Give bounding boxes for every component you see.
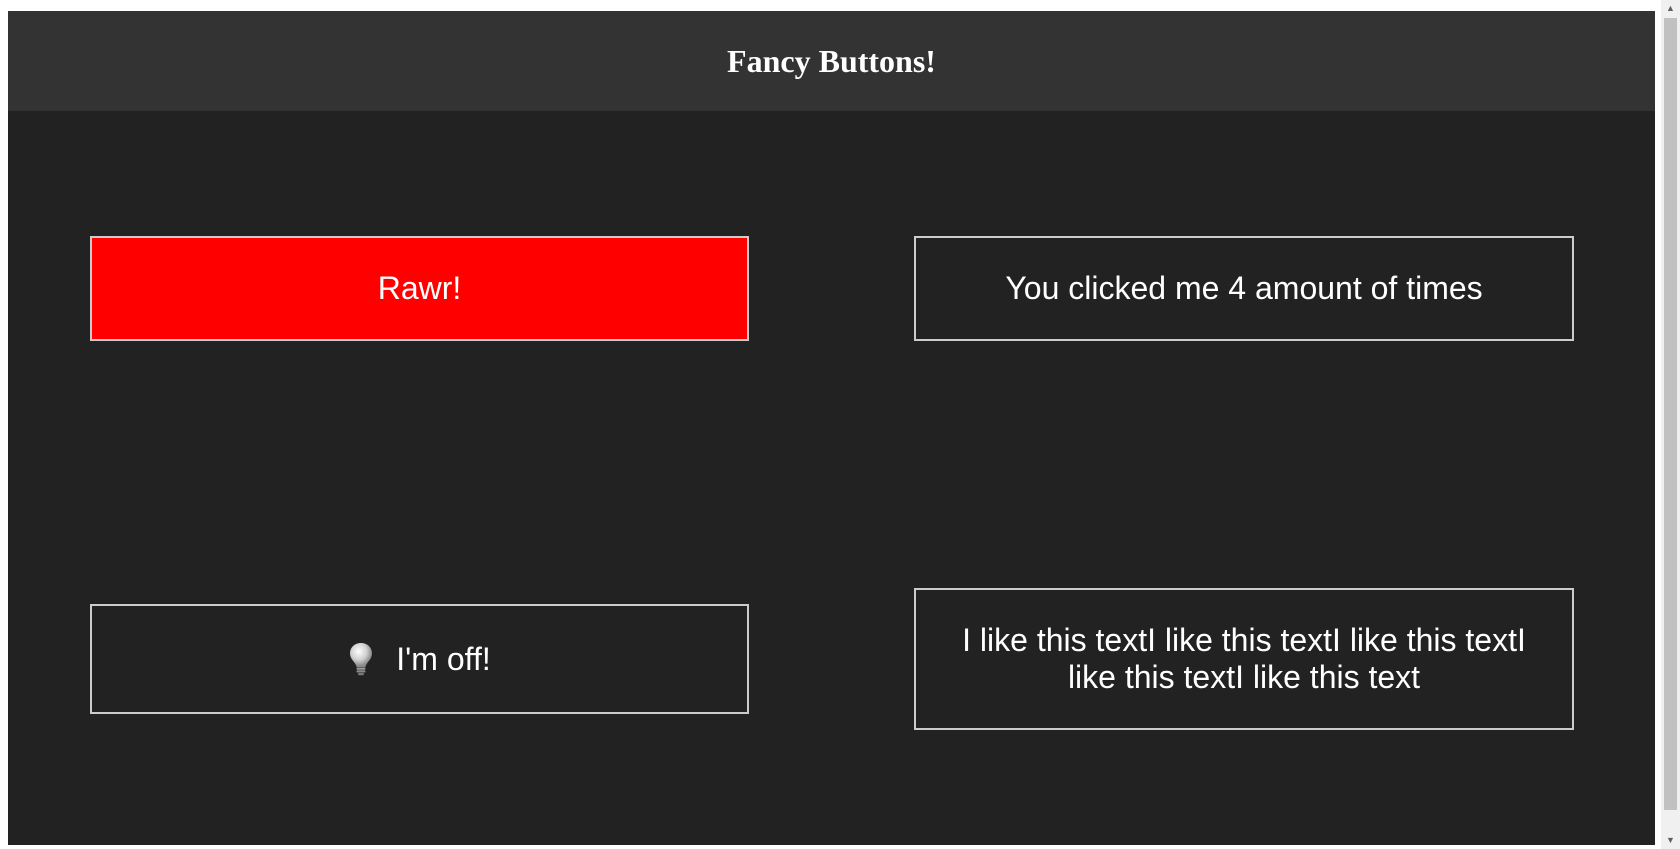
scroll-up-arrow-icon[interactable]: ▲ <box>1661 0 1680 17</box>
lightbulb-icon <box>350 643 373 676</box>
light-toggle-label: I'm off! <box>396 640 491 677</box>
page-header: Fancy Buttons! <box>8 11 1655 111</box>
click-counter-label: You clicked me 4 amount of times <box>1005 270 1483 307</box>
rawr-button[interactable]: Rawr! <box>90 236 749 341</box>
click-counter-button[interactable]: You clicked me 4 amount of times <box>914 236 1574 341</box>
scrollbar-thumb[interactable] <box>1664 18 1677 810</box>
repeated-text-button[interactable]: I like this textI like this textI like t… <box>914 588 1574 730</box>
page-viewport: Fancy Buttons! Rawr! You clicked me 4 am… <box>8 11 1655 845</box>
vertical-scrollbar[interactable]: ▲ ▼ <box>1661 0 1680 849</box>
light-toggle-button[interactable]: I'm off! <box>90 604 749 714</box>
rawr-button-label: Rawr! <box>377 270 462 307</box>
scroll-down-arrow-icon[interactable]: ▼ <box>1661 832 1680 849</box>
page-title: Fancy Buttons! <box>727 42 936 79</box>
repeated-text-label: I like this textI like this textI like t… <box>962 622 1526 695</box>
